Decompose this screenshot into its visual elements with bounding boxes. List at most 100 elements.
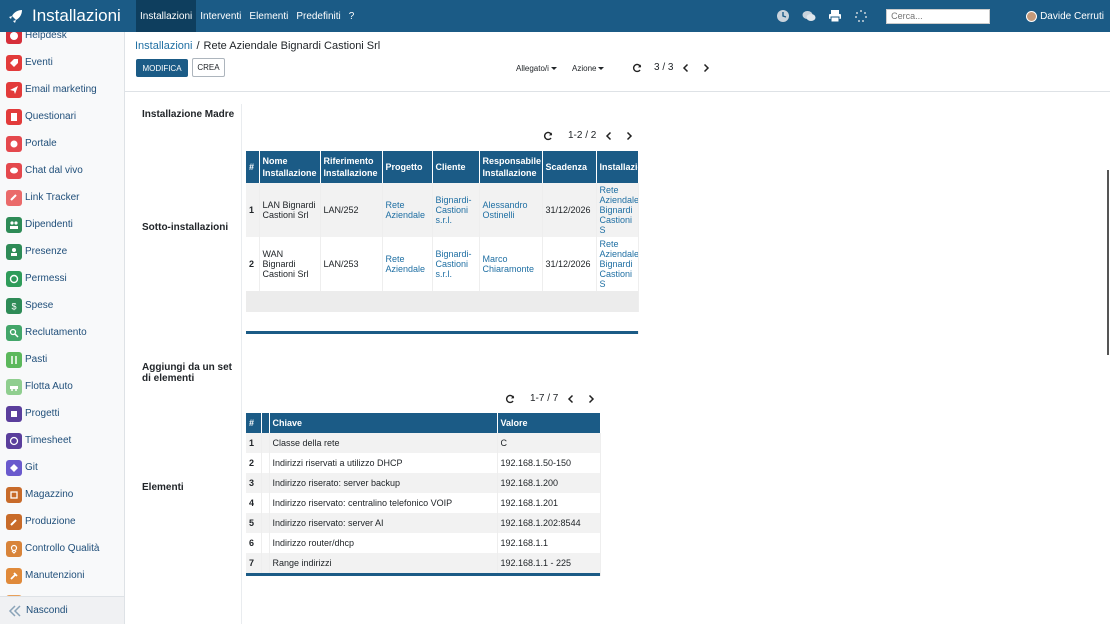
chevron-right-icon[interactable] xyxy=(586,394,596,404)
sidebar-item-flotta-auto[interactable]: Flotta Auto xyxy=(0,373,124,400)
table-row[interactable]: 7 Range indirizzi 192.168.1.1 - 225 xyxy=(246,553,601,573)
chevron-left-icon[interactable] xyxy=(566,394,576,404)
menu-help[interactable]: ? xyxy=(345,0,359,32)
cell-index: 7 xyxy=(246,553,262,573)
sidebar-item-pasti[interactable]: Pasti xyxy=(0,346,124,373)
table-row[interactable]: 2 Indirizzi riservati a utilizzo DHCP 192.… xyxy=(246,453,601,473)
col-index[interactable]: # xyxy=(246,413,262,433)
col-name[interactable]: Nome Installazione xyxy=(259,151,321,183)
col-handle xyxy=(261,413,270,433)
sidebar-item-label: Questionari xyxy=(25,111,77,122)
record-pager: 3 / 3 xyxy=(632,62,711,73)
footer-cell xyxy=(246,573,601,576)
chevron-right-icon[interactable] xyxy=(624,131,634,141)
app-brand[interactable]: Installazioni xyxy=(0,0,134,32)
sidebar-item-email-marketing[interactable]: Email marketing xyxy=(0,76,124,103)
cell-responsible[interactable]: Marco Chiaramonte xyxy=(479,237,543,291)
menu-predefiniti[interactable]: Predefiniti xyxy=(292,0,344,32)
breadcrumb-separator: / xyxy=(196,40,200,52)
sidebar-item-timesheet[interactable]: Timesheet xyxy=(0,427,124,454)
sidebar-item-helpdesk[interactable]: Helpdesk xyxy=(0,32,124,49)
table-row[interactable]: 6 Indirizzo router/dhcp 192.168.1.1 xyxy=(246,533,601,553)
cell-customer[interactable]: Bignardi-Castioni s.r.l. xyxy=(432,237,480,291)
sidebar-item-label: Chat dal vivo xyxy=(25,165,83,176)
cell-key: Indirizzo riservato: server AI xyxy=(269,513,498,533)
col-value[interactable]: Valore xyxy=(497,413,601,433)
elements-table: # Chiave Valore 1 Classe della rete C 2 Indi… xyxy=(246,413,601,576)
sidebar-item-permessi[interactable]: Permessi xyxy=(0,265,124,292)
sidebar-item-portale[interactable]: Portale xyxy=(0,130,124,157)
cell-handle xyxy=(261,513,270,533)
sidebar-item-dipendenti[interactable]: Dipendenti xyxy=(0,211,124,238)
breadcrumb: Installazioni / Rete Aziendale Bignardi Ca… xyxy=(135,40,380,52)
menu-interventi[interactable]: Interventi xyxy=(196,0,245,32)
cell-index: 3 xyxy=(246,473,262,493)
sidebar-item-controllo-qualit[interactable]: Controllo Qualità xyxy=(0,535,124,562)
chat-icon[interactable] xyxy=(802,9,816,23)
table-header-row: # Nome Installazione Riferimento Install… xyxy=(246,151,639,183)
table-row[interactable]: 2 WAN Bignardi Castioni Srl LAN/253 Rete… xyxy=(246,237,639,291)
table-row[interactable]: 3 Indirizzo riserato: server backup 192.16… xyxy=(246,473,601,493)
cell-handle xyxy=(261,473,270,493)
refresh-icon[interactable] xyxy=(505,394,515,404)
table-row[interactable]: 4 Indirizzo riservato: centralino telefon… xyxy=(246,493,601,513)
sidebar-item-link-tracker[interactable]: Link Tracker xyxy=(0,184,124,211)
cell-project[interactable]: Rete Aziendale xyxy=(382,237,433,291)
create-button[interactable]: CREA xyxy=(192,58,225,77)
col-project[interactable]: Progetto xyxy=(382,151,433,183)
send-icon xyxy=(6,81,22,98)
chevron-left-icon[interactable] xyxy=(604,131,614,141)
cell-handle xyxy=(261,533,270,553)
sidebar-item-questionari[interactable]: Questionari xyxy=(0,103,124,130)
user-menu[interactable]: Davide Cerruti xyxy=(1026,10,1104,22)
sidebar-item-label: Progetti xyxy=(25,408,60,419)
cell-parent[interactable]: Rete Aziendale Bignardi Castioni S xyxy=(596,183,639,237)
chevron-left-icon[interactable] xyxy=(681,63,691,73)
sidebar-item-spese[interactable]: $ Spese xyxy=(0,292,124,319)
print-icon[interactable] xyxy=(828,9,842,23)
col-key[interactable]: Chiave xyxy=(269,413,498,433)
cell-responsible[interactable]: Alessandro Ostinelli xyxy=(479,183,543,237)
empty-cell xyxy=(246,291,639,312)
sidebar-item-produzione[interactable]: Produzione xyxy=(0,508,124,535)
search-input[interactable] xyxy=(886,8,991,24)
sidebar-list: Helpdesk Eventi Email marketing Questionari… xyxy=(0,32,124,616)
clock-icon[interactable] xyxy=(776,9,790,23)
sidebar-item-reclutamento[interactable]: Reclutamento xyxy=(0,319,124,346)
col-responsible[interactable]: Responsabile Installazione xyxy=(479,151,543,183)
col-deadline[interactable]: Scadenza xyxy=(542,151,597,183)
collapse-label: Nascondi xyxy=(26,605,68,616)
sidebar-item-label: Permessi xyxy=(25,273,67,284)
breadcrumb-parent[interactable]: Installazioni xyxy=(135,40,192,52)
refresh-icon[interactable] xyxy=(543,131,553,141)
scrollbar[interactable] xyxy=(1107,170,1109,355)
cell-index: 1 xyxy=(246,433,262,453)
sidebar-item-git[interactable]: Git xyxy=(0,454,124,481)
sidebar-item-magazzino[interactable]: Magazzino xyxy=(0,481,124,508)
col-parent[interactable]: Installazione Madre xyxy=(596,151,639,183)
col-index[interactable]: # xyxy=(246,151,260,183)
table-row[interactable]: 1 Classe della rete C xyxy=(246,433,601,453)
wrench-icon xyxy=(6,513,22,530)
sidebar-item-eventi[interactable]: Eventi xyxy=(0,49,124,76)
cell-customer[interactable]: Bignardi-Castioni s.r.l. xyxy=(432,183,480,237)
attachments-dropdown[interactable]: Allegato/i xyxy=(516,64,557,73)
sidebar-collapse-button[interactable]: Nascondi xyxy=(0,596,124,624)
sidebar-item-label: Manutenzioni xyxy=(25,570,85,581)
sidebar-item-chat-dal-vivo[interactable]: Chat dal vivo xyxy=(0,157,124,184)
table-row[interactable]: 5 Indirizzo riservato: server AI 192.168.1… xyxy=(246,513,601,533)
sidebar-item-progetti[interactable]: Progetti xyxy=(0,400,124,427)
chevron-right-icon[interactable] xyxy=(701,63,711,73)
cell-project[interactable]: Rete Aziendale xyxy=(382,183,433,237)
col-reference[interactable]: Riferimento Installazione xyxy=(320,151,383,183)
edit-button[interactable]: MODIFICA xyxy=(136,59,188,77)
sidebar-item-manutenzioni[interactable]: Manutenzioni xyxy=(0,562,124,589)
menu-installazioni[interactable]: Installazioni xyxy=(136,0,197,32)
cell-parent[interactable]: Rete Aziendale Bignardi Castioni S xyxy=(596,237,639,291)
menu-elementi[interactable]: Elementi xyxy=(245,0,292,32)
refresh-icon[interactable] xyxy=(632,63,642,73)
sidebar-item-presenze[interactable]: Presenze xyxy=(0,238,124,265)
action-dropdown[interactable]: Azione xyxy=(572,64,605,73)
table-row[interactable]: 1 LAN Bignardi Castioni Srl LAN/252 Rete… xyxy=(246,183,639,237)
col-customer[interactable]: Cliente xyxy=(432,151,480,183)
